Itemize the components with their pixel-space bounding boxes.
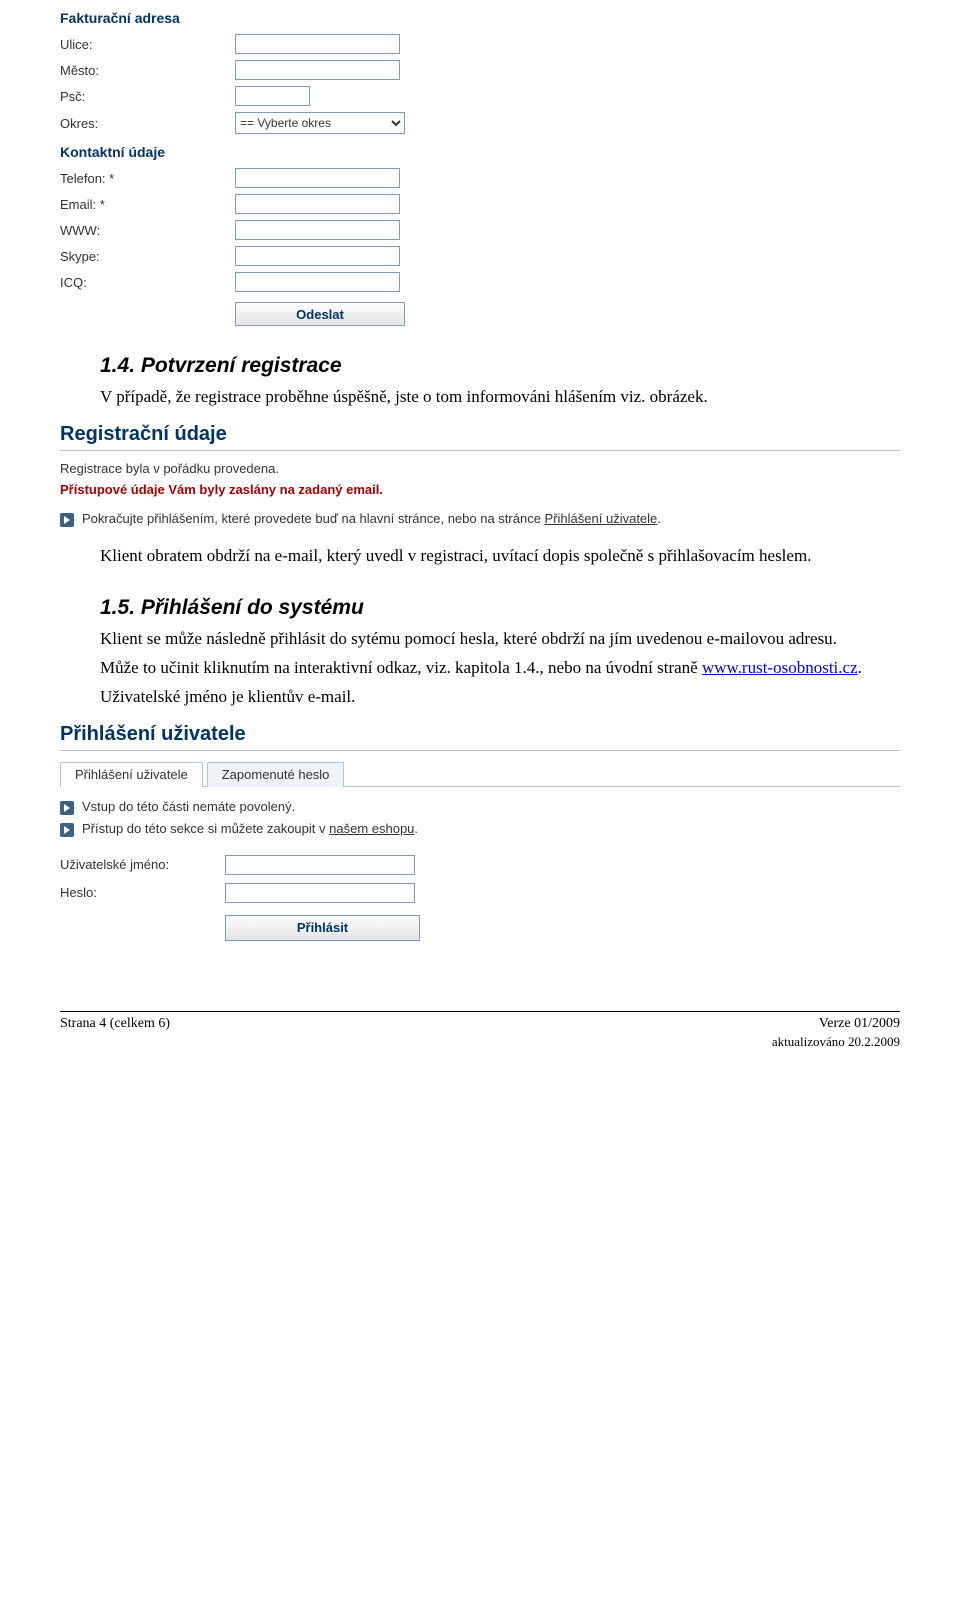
label-street: Ulice: — [60, 37, 235, 52]
arrow-right-icon — [60, 801, 74, 815]
para-1-5-c: Uživatelské jméno je klientův e-mail. — [60, 686, 900, 709]
panel-title-login: Přihlášení uživatele — [60, 723, 900, 751]
footer-page: Strana 4 (celkem 6) — [60, 1016, 170, 1050]
row-www: WWW: — [60, 220, 900, 240]
bullet-text-pre: Pokračujte přihlášením, které provedete … — [82, 511, 545, 526]
heading-1-5: 1.5. Přihlášení do systému — [100, 596, 900, 620]
para-1-5-b-pre: Může to učinit kliknutím na interaktivní… — [100, 658, 702, 677]
tabs-login: Přihlášení uživatele Zapomenuté heslo — [60, 761, 900, 787]
label-www: WWW: — [60, 223, 235, 238]
heading-1-4: 1.4. Potvrzení registrace — [100, 354, 900, 378]
row-district: Okres: == Vyberte okres — [60, 112, 900, 134]
label-skype: Skype: — [60, 249, 235, 264]
panel-registration-info: Registrační údaje Registrace byla v pořá… — [60, 423, 900, 527]
bullet-no-access: Vstup do této části nemáte povolený. — [60, 799, 900, 815]
row-phone: Telefon: * — [60, 168, 900, 188]
row-city: Město: — [60, 60, 900, 80]
row-icq: ICQ: — [60, 272, 900, 292]
bullet-no-access-text: Vstup do této části nemáte povolený. — [82, 799, 295, 814]
input-username[interactable] — [225, 855, 415, 875]
input-password[interactable] — [225, 883, 415, 903]
login-form: Uživatelské jméno: Heslo: Přihlásit — [60, 855, 900, 941]
input-icq[interactable] — [235, 272, 400, 292]
row-zip: Psč: — [60, 86, 900, 106]
select-district[interactable]: == Vyberte okres — [235, 112, 405, 134]
bullet-buy-access: Přístup do této sekce si můžete zakoupit… — [60, 821, 900, 837]
para-1-4-intro: V případě, že registrace proběhne úspěšn… — [60, 386, 900, 409]
input-skype[interactable] — [235, 246, 400, 266]
bullet-text-post: . — [657, 511, 661, 526]
label-phone: Telefon: * — [60, 171, 235, 186]
login-button[interactable]: Přihlásit — [225, 915, 420, 941]
label-district: Okres: — [60, 116, 235, 131]
label-zip: Psč: — [60, 89, 235, 104]
tab-forgot-password[interactable]: Zapomenuté heslo — [207, 762, 345, 787]
arrow-right-icon — [60, 513, 74, 527]
label-email: Email: * — [60, 197, 235, 212]
input-city[interactable] — [235, 60, 400, 80]
input-zip[interactable] — [235, 86, 310, 106]
tab-login[interactable]: Přihlášení uživatele — [60, 762, 203, 787]
panel-login: Přihlášení uživatele Přihlášení uživatel… — [60, 723, 900, 941]
bullet-continue-login: Pokračujte přihlášením, které provedete … — [60, 511, 900, 527]
row-password: Heslo: — [60, 883, 900, 903]
submit-button[interactable]: Odeslat — [235, 302, 405, 326]
label-password: Heslo: — [60, 885, 225, 900]
input-www[interactable] — [235, 220, 400, 240]
bullet-buy-post: . — [414, 821, 418, 836]
label-username: Uživatelské jméno: — [60, 857, 225, 872]
footer-version: Verze 01/2009 — [772, 1016, 900, 1032]
input-street[interactable] — [235, 34, 400, 54]
section-title-contact: Kontaktní údaje — [60, 144, 900, 160]
link-eshop[interactable]: našem eshopu — [329, 821, 414, 836]
note-registration-ok: Registrace byla v pořádku provedena. — [60, 461, 900, 476]
para-1-4-outro: Klient obratem obdrží na e-mail, který u… — [60, 545, 900, 568]
link-site[interactable]: www.rust-osobnosti.cz — [702, 658, 858, 677]
row-email: Email: * — [60, 194, 900, 214]
arrow-right-icon — [60, 823, 74, 837]
para-1-5-b-post: . — [858, 658, 862, 677]
para-1-5-a: Klient se může následně přihlásit do syt… — [60, 628, 900, 651]
input-email[interactable] — [235, 194, 400, 214]
footer-updated: aktualizováno 20.2.2009 — [772, 1034, 900, 1050]
label-city: Město: — [60, 63, 235, 78]
note-registration-sent: Přístupové údaje Vám byly zaslány na zad… — [60, 482, 900, 497]
input-phone[interactable] — [235, 168, 400, 188]
page-footer: Strana 4 (celkem 6) Verze 01/2009 aktual… — [60, 1011, 900, 1050]
row-username: Uživatelské jméno: — [60, 855, 900, 875]
link-login-page[interactable]: Přihlášení uživatele — [545, 511, 658, 526]
row-street: Ulice: — [60, 34, 900, 54]
section-title-billing: Fakturační adresa — [60, 10, 900, 26]
para-1-5-b: Může to učinit kliknutím na interaktivní… — [60, 657, 900, 680]
row-skype: Skype: — [60, 246, 900, 266]
panel-title-registration: Registrační údaje — [60, 423, 900, 451]
bullet-buy-pre: Přístup do této sekce si můžete zakoupit… — [82, 821, 329, 836]
label-icq: ICQ: — [60, 275, 235, 290]
